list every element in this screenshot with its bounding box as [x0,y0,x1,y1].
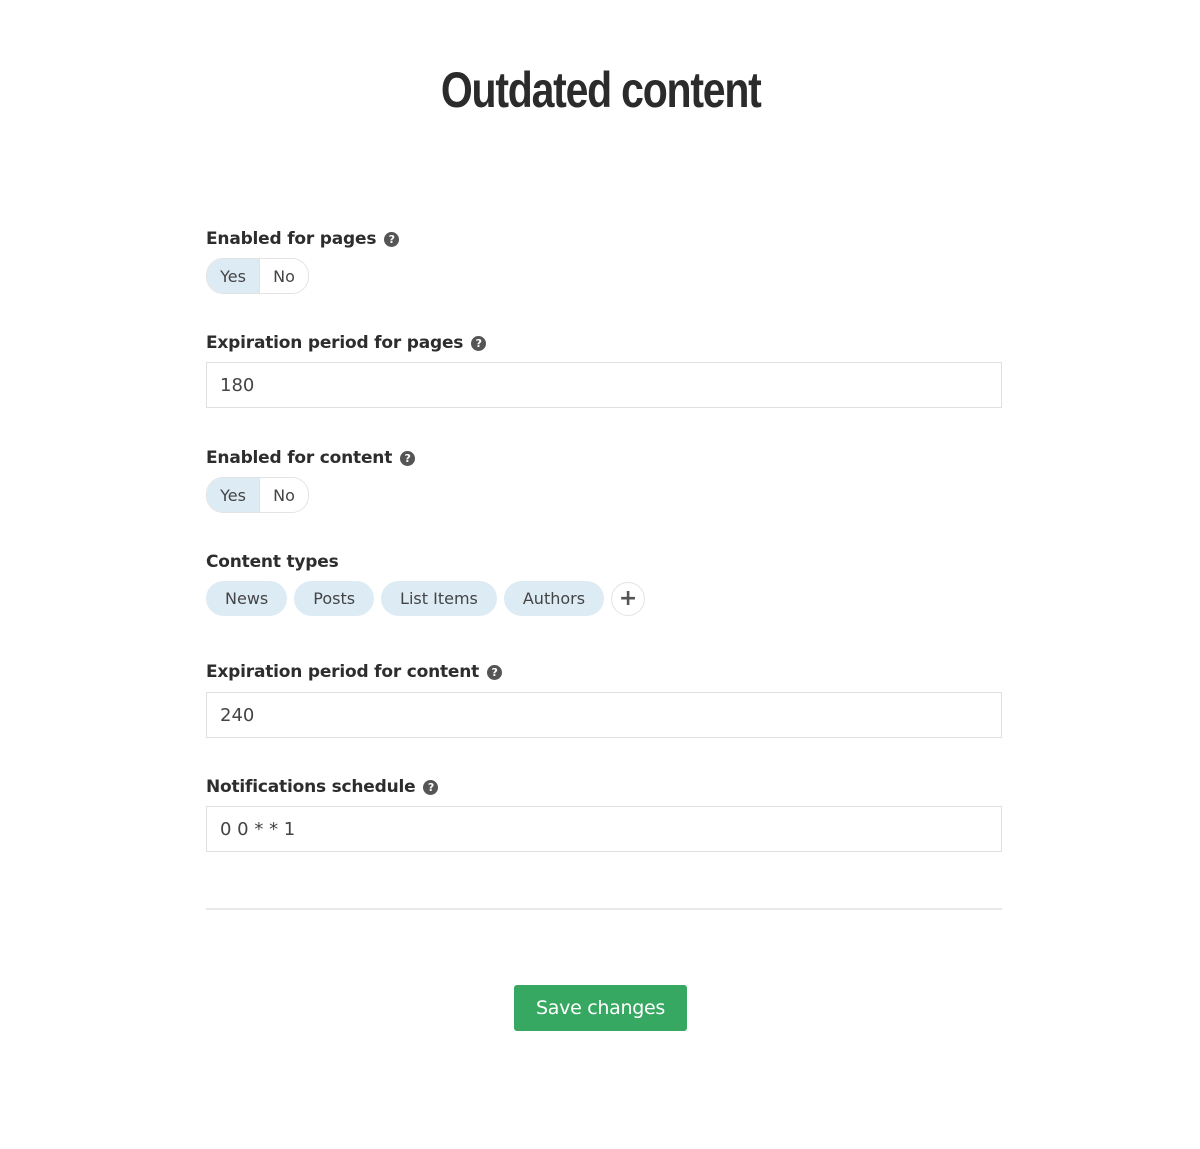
enabled-content-label-text: Enabled for content [206,448,393,468]
question-circle-icon[interactable]: ? [423,779,439,795]
enabled-content-yes-option[interactable]: Yes [207,478,260,512]
content-types-label-text: Content types [206,552,339,572]
content-type-chip-list-items[interactable]: List Items [381,581,497,616]
content-types-chips: News Posts List Items Authors + [206,581,646,616]
expiration-pages-input[interactable] [206,362,1002,408]
question-circle-icon[interactable]: ? [487,664,503,680]
notifications-schedule-label-text: Notifications schedule [206,777,416,797]
enabled-pages-yes-option[interactable]: Yes [207,259,260,293]
expiration-content-label-text: Expiration period for content [206,662,480,682]
enabled-content-toggle: Yes No [206,477,309,513]
content-types-label: Content types [206,552,339,572]
page-title: Outdated content [440,62,762,118]
content-type-chip-news[interactable]: News [206,581,288,616]
add-content-type-button[interactable]: + [611,581,646,616]
enabled-content-no-option[interactable]: No [260,478,308,512]
content-type-chip-posts[interactable]: Posts [294,581,375,616]
enabled-pages-label: Enabled for pages ? [206,229,400,249]
expiration-pages-label-text: Expiration period for pages [206,333,464,353]
expiration-content-input[interactable] [206,692,1002,738]
divider [206,908,1002,910]
expiration-content-label: Expiration period for content ? [206,662,503,682]
question-circle-icon[interactable]: ? [471,335,487,351]
enabled-pages-no-option[interactable]: No [260,259,308,293]
save-changes-button[interactable]: Save changes [514,985,687,1031]
question-circle-icon[interactable]: ? [384,231,400,247]
plus-icon: + [618,586,638,611]
enabled-pages-label-text: Enabled for pages [206,229,377,249]
expiration-pages-label: Expiration period for pages ? [206,333,487,353]
question-circle-icon[interactable]: ? [400,450,416,466]
enabled-content-label: Enabled for content ? [206,448,416,468]
notifications-schedule-label: Notifications schedule ? [206,777,439,797]
notifications-schedule-input[interactable] [206,806,1002,852]
content-type-chip-authors[interactable]: Authors [503,581,605,616]
enabled-pages-toggle: Yes No [206,258,309,294]
